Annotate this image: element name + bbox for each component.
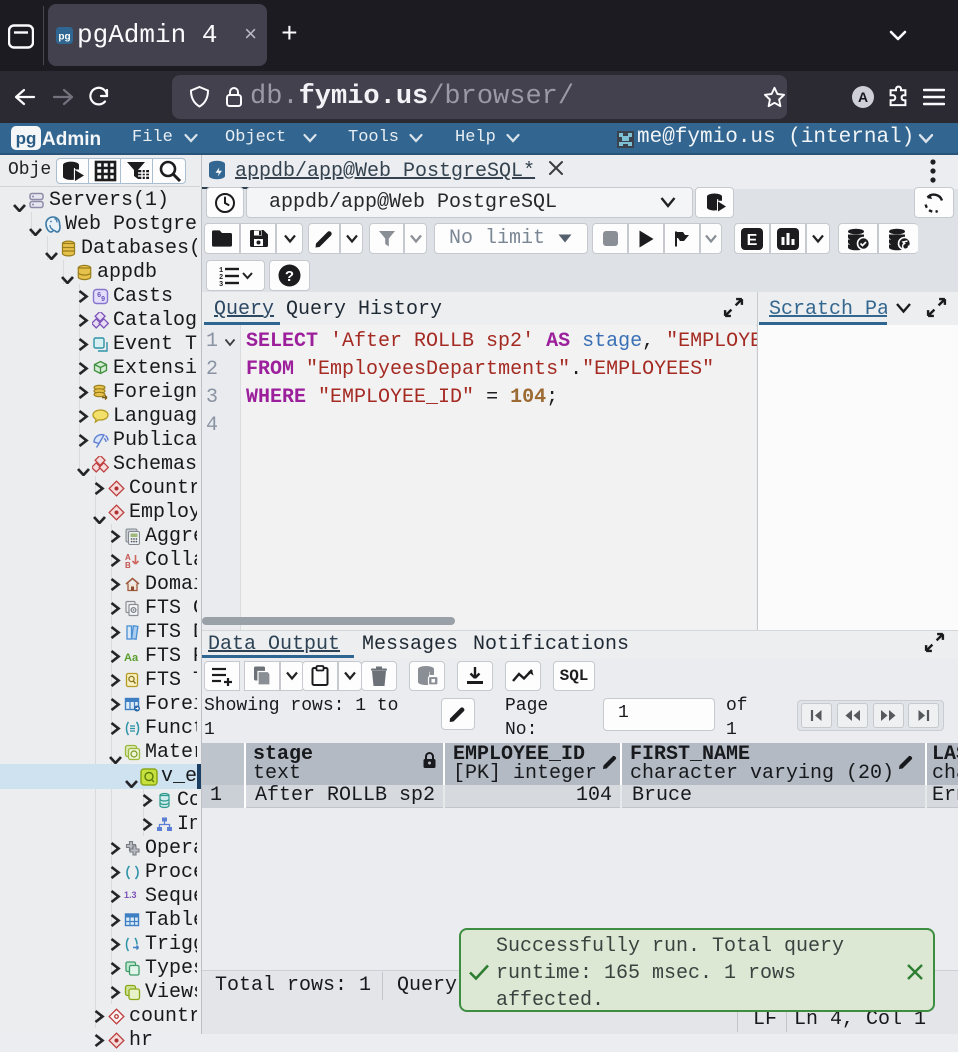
svg-text:pg: pg	[58, 31, 70, 42]
svg-text:pg: pg	[16, 129, 37, 148]
svg-text:?: ?	[285, 268, 294, 285]
svg-text:E: E	[747, 232, 758, 249]
svg-text:3: 3	[219, 281, 223, 287]
svg-text:Admin: Admin	[42, 129, 101, 150]
svg-text:B: B	[125, 561, 131, 569]
svg-text:A: A	[858, 89, 868, 105]
svg-text:1.3: 1.3	[124, 890, 137, 900]
svg-text:Aa: Aa	[124, 652, 139, 664]
svg-text:9: 9	[101, 296, 105, 304]
